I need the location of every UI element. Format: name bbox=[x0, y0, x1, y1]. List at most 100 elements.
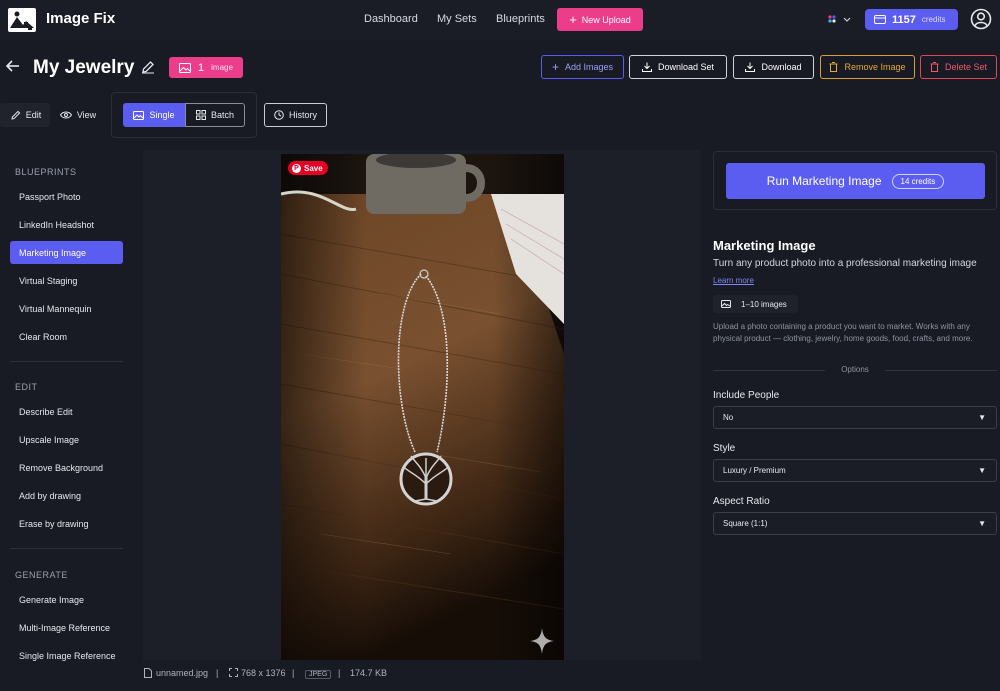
sidebar-item-generate-image[interactable]: Generate Image bbox=[10, 588, 123, 611]
file-size: 174.7 KB bbox=[350, 668, 388, 678]
trash-icon bbox=[930, 62, 939, 72]
sidebar-item-marketing-image[interactable]: Marketing Image bbox=[10, 241, 123, 264]
credit-card-icon bbox=[874, 15, 886, 24]
edit-title-icon[interactable] bbox=[141, 60, 155, 74]
include-people-label: Include People bbox=[713, 390, 780, 401]
image-icon bbox=[133, 110, 145, 120]
run-label: Run Marketing Image bbox=[766, 174, 882, 188]
image-range-badge: 1–10 images bbox=[713, 295, 798, 313]
image-count-badge: 1 image bbox=[169, 57, 243, 78]
sidebar-divider bbox=[10, 548, 123, 549]
history-button[interactable]: History bbox=[264, 103, 327, 127]
image-range: 1–10 images bbox=[741, 299, 787, 309]
nav-dashboard[interactable]: Dashboard bbox=[364, 13, 418, 25]
dimensions-icon bbox=[229, 668, 238, 677]
run-marketing-image-button[interactable]: Run Marketing Image 14 credits bbox=[726, 163, 985, 199]
set-title: My Jewelry bbox=[33, 57, 135, 78]
aspect-ratio-label: Aspect Ratio bbox=[713, 496, 770, 507]
download-set-button[interactable]: Download Set bbox=[629, 55, 727, 79]
eye-icon bbox=[59, 111, 72, 119]
blueprint-subtitle: Turn any product photo into a profession… bbox=[713, 258, 977, 269]
sidebar-item-erase-by-drawing[interactable]: Erase by drawing bbox=[10, 512, 123, 535]
pinterest-icon: P bbox=[292, 163, 301, 173]
view-mode-label: View bbox=[76, 110, 97, 120]
remove-image-label: Remove Image bbox=[844, 62, 906, 72]
clock-icon bbox=[274, 110, 284, 120]
blueprint-title: Marketing Image bbox=[713, 238, 816, 253]
batch-mode-label: Batch bbox=[210, 110, 234, 120]
add-images-button[interactable]: + Add Images bbox=[541, 55, 624, 79]
aspect-ratio-select[interactable]: Square (1:1) ▼ bbox=[713, 512, 997, 535]
file-format-badge: JPEG bbox=[305, 670, 332, 679]
download-button[interactable]: Download bbox=[733, 55, 814, 79]
trash-icon bbox=[829, 62, 838, 72]
save-label: Save bbox=[304, 163, 323, 173]
credits-value: 1157 bbox=[892, 13, 916, 26]
new-upload-button[interactable]: + New Upload bbox=[557, 8, 643, 31]
style-select[interactable]: Luxury / Premium ▼ bbox=[713, 459, 997, 482]
edit-mode-button[interactable]: Edit bbox=[8, 103, 44, 127]
edit-icon bbox=[11, 110, 21, 120]
credits-badge[interactable]: 1157 credits bbox=[865, 9, 958, 30]
user-avatar-icon[interactable] bbox=[970, 8, 992, 30]
image-icon bbox=[721, 300, 731, 308]
sidebar-divider bbox=[10, 361, 123, 362]
back-arrow-icon[interactable] bbox=[6, 60, 20, 72]
file-icon bbox=[144, 668, 152, 678]
sidebar-item-virtual-mannequin[interactable]: Virtual Mannequin bbox=[10, 297, 123, 320]
apps-switcher-icon[interactable] bbox=[827, 14, 851, 26]
nav-blueprints[interactable]: Blueprints bbox=[496, 13, 545, 25]
single-mode-label: Single bbox=[149, 110, 175, 120]
sidebar-item-remove-background[interactable]: Remove Background bbox=[10, 456, 123, 479]
sidebar-item-add-by-drawing[interactable]: Add by drawing bbox=[10, 484, 123, 507]
download-icon bbox=[641, 62, 652, 72]
caret-down-icon: ▼ bbox=[978, 466, 986, 475]
add-images-label: Add Images bbox=[564, 62, 614, 72]
sidebar-item-passport-photo[interactable]: Passport Photo bbox=[10, 185, 123, 208]
delete-set-button[interactable]: Delete Set bbox=[920, 55, 997, 79]
sidebar-item-clear-room[interactable]: Clear Room bbox=[10, 325, 123, 348]
view-mode-button[interactable]: View bbox=[58, 103, 98, 127]
product-photo[interactable] bbox=[281, 154, 564, 660]
sidebar-section-generate: GENERATE bbox=[15, 570, 68, 580]
sidebar-section-edit: EDIT bbox=[15, 382, 38, 392]
history-label: History bbox=[288, 110, 317, 120]
file-info-separator: | bbox=[216, 668, 219, 678]
plus-icon: + bbox=[569, 12, 577, 27]
sidebar-item-virtual-staging[interactable]: Virtual Staging bbox=[10, 269, 123, 292]
top-nav: Image Fix Dashboard My Sets Blueprints +… bbox=[0, 0, 1000, 40]
grid-icon bbox=[195, 110, 206, 120]
sidebar-item-multi-image-reference[interactable]: Multi-Image Reference bbox=[10, 616, 123, 639]
learn-more-link[interactable]: Learn more bbox=[713, 276, 754, 285]
download-set-label: Download Set bbox=[657, 62, 715, 72]
run-credits-badge: 14 credits bbox=[891, 173, 945, 189]
sidebar-item-linkedin-headshot[interactable]: LinkedIn Headshot bbox=[10, 213, 123, 236]
image-count: 1 bbox=[198, 61, 205, 74]
delete-set-label: Delete Set bbox=[944, 62, 988, 72]
sidebar-section-blueprints: BLUEPRINTS bbox=[15, 167, 77, 177]
sidebar-item-upscale-image[interactable]: Upscale Image bbox=[10, 428, 123, 451]
batch-mode-button[interactable]: Batch bbox=[185, 103, 245, 127]
app-name: Image Fix bbox=[46, 10, 116, 27]
download-icon bbox=[745, 62, 756, 72]
sidebar-item-single-image-reference[interactable]: Single Image Reference bbox=[10, 644, 123, 667]
download-label: Download bbox=[761, 62, 802, 72]
remove-image-button[interactable]: Remove Image bbox=[820, 55, 915, 79]
image-count-label: image bbox=[211, 63, 233, 72]
file-dimensions: 768 x 1376 bbox=[241, 668, 286, 678]
sidebar-item-describe-edit[interactable]: Describe Edit bbox=[10, 400, 123, 423]
include-people-value: No bbox=[723, 413, 734, 422]
options-divider: Options bbox=[713, 365, 997, 377]
plus-icon: + bbox=[551, 60, 559, 74]
nav-my-sets[interactable]: My Sets bbox=[437, 13, 477, 25]
include-people-select[interactable]: No ▼ bbox=[713, 406, 997, 429]
new-upload-label: New Upload bbox=[581, 14, 631, 25]
single-mode-button[interactable]: Single bbox=[123, 103, 185, 127]
credits-label: credits bbox=[921, 15, 946, 24]
blueprint-description: Upload a photo containing a product you … bbox=[713, 322, 973, 343]
app-logo-icon[interactable] bbox=[8, 8, 36, 32]
image-icon bbox=[179, 62, 191, 73]
aspect-ratio-value: Square (1:1) bbox=[723, 519, 768, 528]
file-info-separator: | bbox=[338, 668, 341, 678]
pinterest-save-button[interactable]: P Save bbox=[288, 161, 328, 175]
